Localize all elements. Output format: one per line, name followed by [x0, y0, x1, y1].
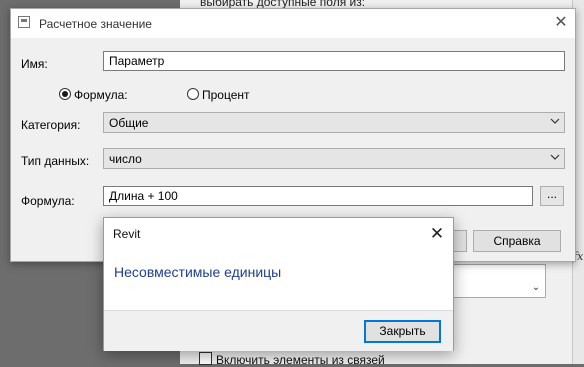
percent-radio-label[interactable]: Процент: [202, 88, 250, 102]
percent-radio[interactable]: [187, 88, 199, 100]
alert-footer: Закрыть: [104, 310, 453, 351]
window-icon: [18, 16, 30, 28]
category-label: Категория:: [21, 118, 81, 132]
formula-radio-label[interactable]: Формула:: [74, 88, 128, 102]
formula-input[interactable]: Длина + 100: [103, 186, 533, 206]
dialog-titlebar: Расчетное значение ✕: [11, 9, 575, 38]
include-links-checkbox[interactable]: Включить элементы из связей: [199, 352, 385, 367]
dialog-title: Расчетное значение: [39, 17, 152, 31]
close-icon[interactable]: ✕: [551, 13, 571, 33]
formula-label: Формула:: [21, 194, 75, 208]
include-links-label: Включить элементы из связей: [216, 353, 385, 367]
revit-alert-dialog: Revit ✕ Несовместимые единицы Закрыть: [103, 217, 454, 351]
data-type-value: число: [109, 152, 142, 166]
name-input[interactable]: Параметр: [103, 51, 565, 71]
close-button[interactable]: Закрыть: [364, 320, 441, 343]
help-button[interactable]: Справка: [473, 230, 561, 252]
data-type-label: Тип данных:: [21, 154, 90, 168]
alert-message: Несовместимые единицы: [114, 264, 282, 280]
chevron-down-icon[interactable]: ⌄: [528, 279, 544, 297]
formula-browse-button[interactable]: ...: [540, 186, 564, 206]
data-type-select[interactable]: число: [103, 148, 565, 169]
category-select[interactable]: Общие: [103, 112, 565, 133]
ok-button[interactable]: [453, 230, 467, 252]
formula-radio[interactable]: [59, 88, 71, 100]
category-value: Общие: [109, 116, 149, 130]
checkbox-box[interactable]: [199, 352, 212, 365]
name-label: Имя:: [21, 57, 48, 71]
chevron-down-icon: [550, 118, 560, 124]
alert-title: Revit: [113, 227, 141, 241]
chevron-down-icon: [550, 154, 560, 160]
close-icon[interactable]: ✕: [426, 223, 448, 245]
